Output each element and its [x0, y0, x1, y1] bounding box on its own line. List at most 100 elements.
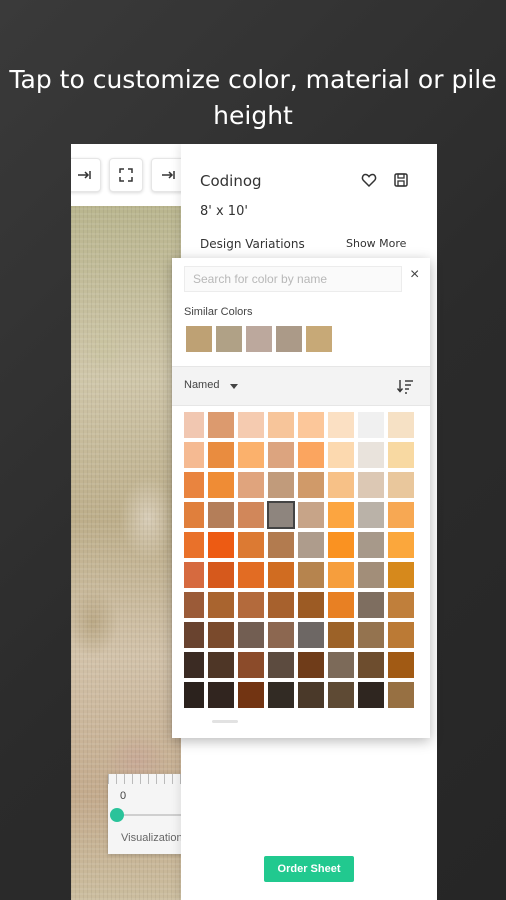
color-swatch[interactable] [328, 442, 354, 468]
chevron-down-icon[interactable] [230, 384, 238, 389]
color-swatch[interactable] [358, 532, 384, 558]
color-swatch[interactable] [358, 442, 384, 468]
color-swatch[interactable] [238, 532, 264, 558]
fullscreen-button[interactable] [109, 158, 143, 192]
color-swatch[interactable] [358, 682, 384, 708]
color-swatch[interactable] [298, 502, 324, 528]
color-swatch[interactable] [388, 532, 414, 558]
color-swatch[interactable] [388, 502, 414, 528]
color-swatch[interactable] [328, 592, 354, 618]
visualization-slider-knob[interactable] [110, 808, 124, 822]
similar-color-swatch[interactable] [306, 326, 332, 352]
color-swatch[interactable] [268, 442, 294, 468]
color-swatch[interactable] [208, 502, 234, 528]
color-swatch[interactable] [298, 592, 324, 618]
color-swatch[interactable] [358, 412, 384, 438]
color-swatch[interactable] [328, 502, 354, 528]
similar-color-swatch[interactable] [186, 326, 212, 352]
color-swatch[interactable] [298, 442, 324, 468]
close-icon[interactable]: × [410, 267, 419, 283]
color-swatch[interactable] [328, 682, 354, 708]
sort-order-icon[interactable] [396, 378, 414, 394]
color-swatch[interactable] [298, 532, 324, 558]
similar-color-swatch[interactable] [216, 326, 242, 352]
color-swatch[interactable] [298, 682, 324, 708]
sort-dropdown-label[interactable]: Named [184, 379, 219, 391]
color-swatch[interactable] [388, 442, 414, 468]
color-swatch[interactable] [268, 562, 294, 588]
color-swatch[interactable] [328, 412, 354, 438]
color-swatch[interactable] [208, 412, 234, 438]
color-swatch[interactable] [184, 442, 204, 468]
color-swatch[interactable] [184, 562, 204, 588]
color-swatch[interactable] [184, 472, 204, 498]
color-swatch[interactable] [238, 472, 264, 498]
color-swatch[interactable] [388, 472, 414, 498]
similar-color-swatch[interactable] [276, 326, 302, 352]
color-swatch[interactable] [184, 652, 204, 678]
color-swatch[interactable] [358, 502, 384, 528]
color-swatch[interactable] [238, 592, 264, 618]
color-swatch[interactable] [184, 532, 204, 558]
color-swatch[interactable] [268, 472, 294, 498]
color-swatch[interactable] [268, 532, 294, 558]
show-more-link[interactable]: Show More [346, 237, 406, 250]
scrollbar-thumb[interactable] [212, 720, 238, 723]
color-swatch[interactable] [358, 562, 384, 588]
color-swatch[interactable] [358, 652, 384, 678]
color-swatch[interactable] [268, 682, 294, 708]
color-swatch[interactable] [184, 412, 204, 438]
color-swatch[interactable] [208, 442, 234, 468]
color-swatch[interactable] [388, 412, 414, 438]
color-swatch[interactable] [238, 412, 264, 438]
color-swatch[interactable] [358, 592, 384, 618]
color-swatch[interactable] [358, 622, 384, 648]
color-swatch[interactable] [238, 622, 264, 648]
color-swatch[interactable] [238, 652, 264, 678]
similar-color-swatch[interactable] [246, 326, 272, 352]
color-swatch[interactable] [208, 682, 234, 708]
color-swatch[interactable] [388, 682, 414, 708]
color-swatch[interactable] [184, 592, 204, 618]
color-swatch[interactable] [184, 502, 204, 528]
color-swatch[interactable] [328, 472, 354, 498]
color-swatch[interactable] [298, 472, 324, 498]
color-swatch-selected[interactable] [267, 501, 295, 529]
expand-right-button-2[interactable] [151, 158, 185, 192]
color-swatch[interactable] [298, 622, 324, 648]
color-swatch[interactable] [238, 562, 264, 588]
color-swatch[interactable] [238, 502, 264, 528]
color-swatch[interactable] [268, 592, 294, 618]
color-swatch[interactable] [184, 682, 204, 708]
color-swatch[interactable] [208, 532, 234, 558]
color-swatch[interactable] [208, 652, 234, 678]
color-swatch[interactable] [208, 622, 234, 648]
color-swatch[interactable] [298, 412, 324, 438]
color-swatch[interactable] [388, 592, 414, 618]
color-swatch[interactable] [328, 532, 354, 558]
expand-right-button[interactable] [71, 158, 101, 192]
color-swatch[interactable] [388, 562, 414, 588]
heart-icon[interactable] [361, 172, 377, 188]
color-swatch[interactable] [208, 472, 234, 498]
color-swatch[interactable] [268, 652, 294, 678]
color-swatch[interactable] [388, 622, 414, 648]
color-swatch[interactable] [388, 652, 414, 678]
color-swatch[interactable] [328, 562, 354, 588]
color-swatch[interactable] [238, 442, 264, 468]
color-search-input[interactable] [184, 266, 402, 292]
color-swatch[interactable] [268, 622, 294, 648]
color-swatch[interactable] [358, 472, 384, 498]
color-swatch[interactable] [238, 682, 264, 708]
color-swatch[interactable] [184, 622, 204, 648]
color-swatch[interactable] [328, 652, 354, 678]
color-swatch[interactable] [328, 622, 354, 648]
visualization-slider-track[interactable] [116, 814, 186, 816]
order-sheet-button[interactable]: Order Sheet [264, 856, 354, 882]
color-swatch[interactable] [298, 652, 324, 678]
color-swatch[interactable] [208, 592, 234, 618]
color-swatch[interactable] [298, 562, 324, 588]
color-swatch[interactable] [268, 412, 294, 438]
color-swatch[interactable] [208, 562, 234, 588]
save-icon[interactable] [393, 172, 409, 188]
